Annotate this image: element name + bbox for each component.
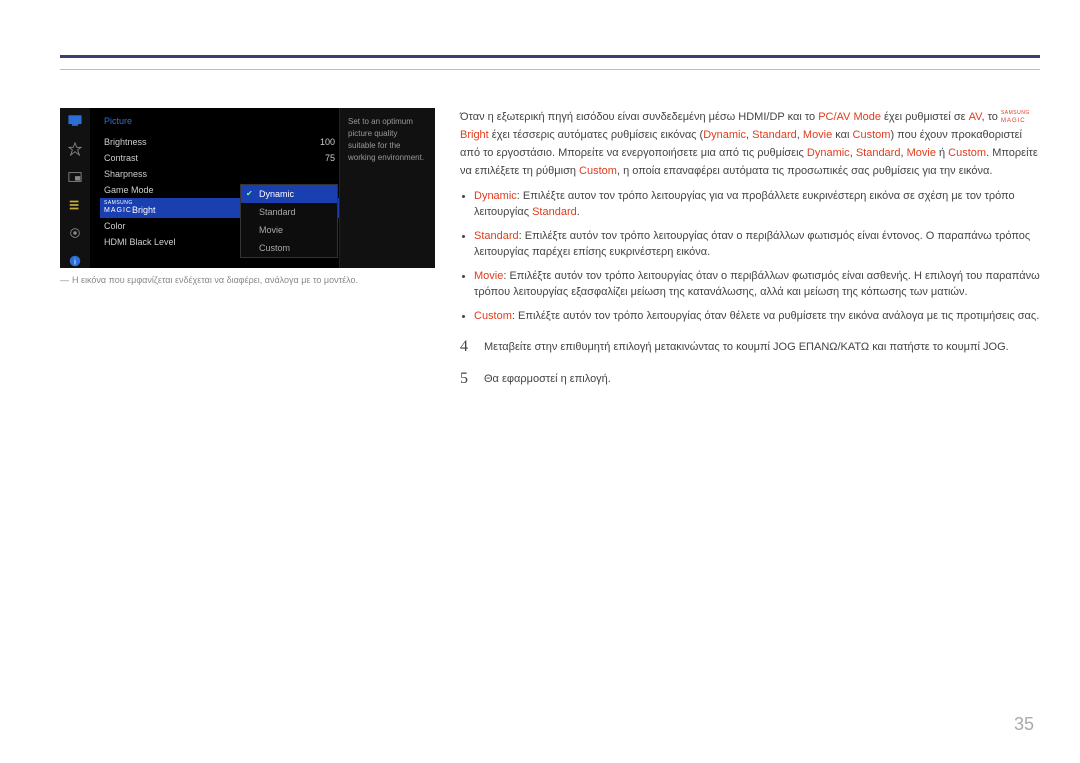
submenu-item: Dynamic	[241, 185, 337, 203]
svg-text:i: i	[74, 258, 76, 267]
submenu-item: Standard	[241, 203, 337, 221]
list-icon	[67, 198, 83, 212]
step-number: 5	[460, 370, 474, 388]
osd-main-panel: Picture Brightness100 Contrast75 Sharpne…	[90, 108, 435, 268]
monitor-icon	[67, 114, 83, 128]
image-caption: ―Η εικόνα που εμφανίζεται ενδέχεται να δ…	[60, 275, 358, 285]
osd-screenshot: i Picture Brightness100 Contrast75 Sharp…	[60, 108, 435, 268]
step-5: 5 Θα εφαρμοστεί η επιλογή.	[460, 370, 1040, 388]
pip-icon	[67, 170, 83, 184]
osd-hint: Set to an optimum picture quality suitab…	[339, 108, 435, 268]
intro-paragraph: Όταν η εξωτερική πηγή εισόδου είναι συνδ…	[460, 108, 1040, 180]
steps: 4 Μεταβείτε στην επιθυμητή επιλογή μετακ…	[460, 338, 1040, 388]
submenu-item: Movie	[241, 221, 337, 239]
gear-icon	[67, 226, 83, 240]
info-icon: i	[67, 254, 83, 268]
list-item: Movie: Επιλέξτε αυτόν τον τρόπο λειτουργ…	[474, 268, 1040, 300]
list-item: Dynamic: Επιλέξτε αυτον τον τρόπο λειτου…	[474, 188, 1040, 220]
samsung-magic-bright-label: SAMSUNGMAGICBright	[104, 201, 155, 215]
bullet-list: Dynamic: Επιλέξτε αυτον τον τρόπο λειτου…	[474, 188, 1040, 324]
list-item: Custom: Επιλέξτε αυτόν τον τρόπο λειτουρ…	[474, 308, 1040, 324]
header-divider	[60, 69, 1040, 70]
step-text: Θα εφαρμοστεί η επιλογή.	[484, 370, 611, 388]
osd-submenu: Dynamic Standard Movie Custom	[240, 184, 338, 258]
step-4: 4 Μεταβείτε στην επιθυμητή επιλογή μετακ…	[460, 338, 1040, 356]
list-item: Standard: Επιλέξτε αυτόν τον τρόπο λειτο…	[474, 228, 1040, 260]
header-accent-bar	[60, 55, 1040, 58]
step-number: 4	[460, 338, 474, 356]
step-text: Μεταβείτε στην επιθυμητή επιλογή μετακιν…	[484, 338, 1009, 356]
osd-sidebar: i	[60, 108, 90, 268]
main-content: Όταν η εξωτερική πηγή εισόδου είναι συνδ…	[460, 108, 1040, 402]
submenu-item: Custom	[241, 239, 337, 257]
display-icon	[67, 142, 83, 156]
samsung-magic-inline: SAMSUNGMAGIC	[1001, 109, 1030, 125]
page-number: 35	[1014, 714, 1034, 735]
